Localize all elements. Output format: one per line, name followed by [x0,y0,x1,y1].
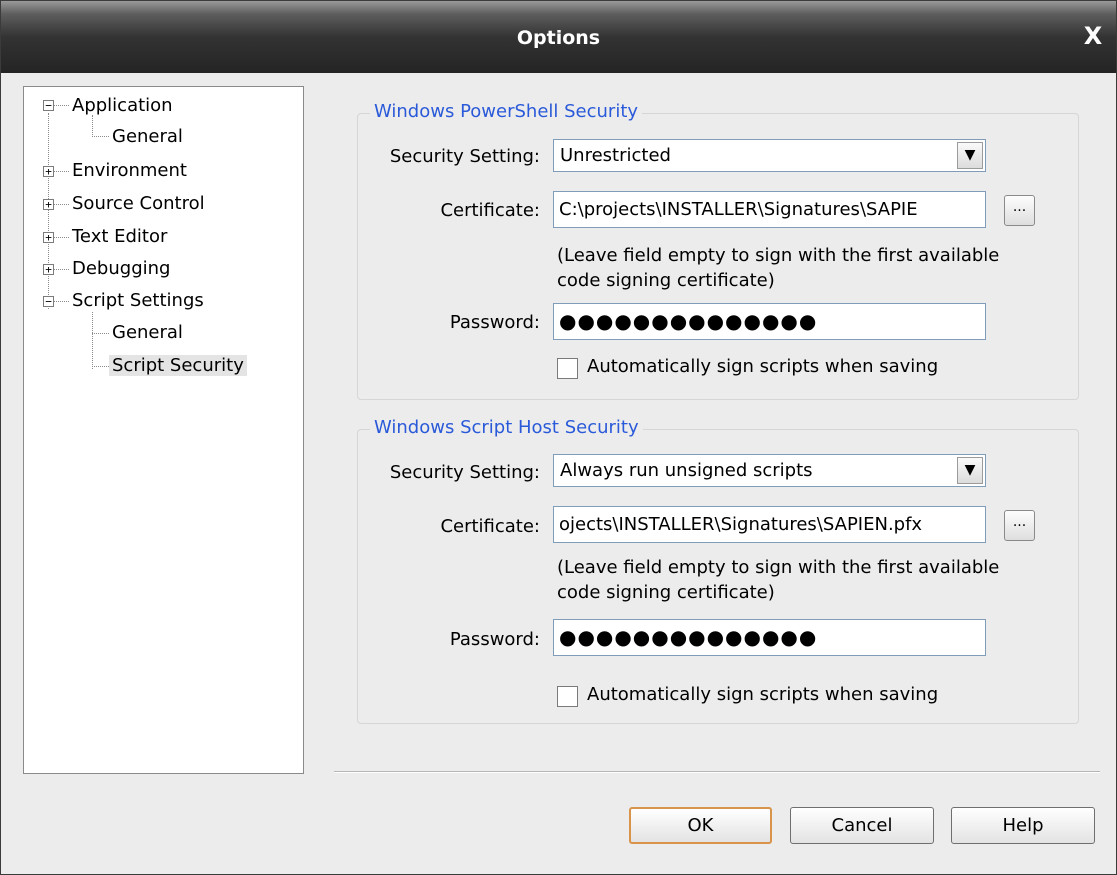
tree-item-script-security[interactable]: Script Security [109,353,247,379]
powershell-security-legend: Windows PowerShell Security [370,101,643,122]
tree-item-application-general[interactable]: General [109,124,186,150]
tree-item-environment[interactable]: Environment [69,158,190,184]
wsh-certificate-note-line2: code signing certificate) [557,582,775,603]
tree-item-text-editor[interactable]: Text Editor [69,224,170,250]
tree-item-label: Environment [72,160,187,181]
tree-item-label: General [112,126,183,147]
ps-security-setting-label: Security Setting: [389,146,540,167]
ps-certificate-label: Certificate: [440,200,540,221]
tree-item-label: Debugging [72,258,171,279]
tree-connector [54,171,69,172]
wsh-security-setting-select[interactable]: Always run unsigned scripts ▼ [553,454,986,487]
expand-icon[interactable]: + [43,166,54,177]
help-button[interactable]: Help [951,807,1095,844]
ps-certificate-field[interactable]: C:\projects\INSTALLER\Signatures\SAPIE [553,191,986,228]
tree-item-script-settings[interactable]: Script Settings [69,288,207,314]
wsh-certificate-field[interactable]: ojects\INSTALLER\Signatures\SAPIEN.pfx [553,506,986,543]
tree-connector [48,113,49,309]
cancel-button[interactable]: Cancel [790,807,934,844]
tree-connector [54,269,69,270]
wsh-security-legend: Windows Script Host Security [370,417,643,438]
collapse-icon[interactable]: − [43,296,54,307]
collapse-icon[interactable]: − [43,100,54,111]
ps-security-setting-value: Unrestricted [560,145,671,166]
wsh-certificate-label: Certificate: [440,516,540,537]
tree-item-label: Script Security [109,355,247,376]
tree-connector [54,237,69,238]
chevron-down-icon[interactable]: ▼ [957,142,983,169]
wsh-auto-sign-checkbox[interactable] [557,686,578,707]
divider [334,771,1100,773]
tree-connector [92,312,93,369]
tree-item-label: General [112,322,183,343]
options-dialog: Options X − Application General + Enviro… [0,0,1117,875]
tree-connector [92,136,109,137]
tree-connector [92,333,109,334]
wsh-security-setting-value: Always run unsigned scripts [560,460,813,481]
ps-auto-sign-label[interactable]: Automatically sign scripts when saving [587,356,938,377]
tree-connector [54,301,69,302]
ps-certificate-note-line2: code signing certificate) [557,270,775,291]
window-title: Options [516,27,601,49]
tree-connector [54,204,69,205]
wsh-certificate-browse-button[interactable]: ... [1004,510,1035,541]
ps-certificate-browse-button[interactable]: ... [1004,195,1035,226]
ps-security-setting-select[interactable]: Unrestricted ▼ [553,139,986,172]
expand-icon[interactable]: + [43,199,54,210]
close-icon[interactable]: X [1080,23,1106,49]
ps-certificate-note-line1: (Leave field empty to sign with the firs… [557,245,1000,266]
chevron-down-icon[interactable]: ▼ [957,457,983,484]
tree-item-label: Application [72,95,173,116]
wsh-certificate-note-line1: (Leave field empty to sign with the firs… [557,557,1000,578]
wsh-auto-sign-label[interactable]: Automatically sign scripts when saving [587,684,938,705]
tree-item-script-general[interactable]: General [109,320,186,346]
expand-icon[interactable]: + [43,264,54,275]
tree-item-application[interactable]: Application [69,93,176,119]
tree-item-source-control[interactable]: Source Control [69,191,208,217]
options-tree[interactable]: − Application General + Environment + So… [23,86,304,774]
tree-item-label: Script Settings [72,290,204,311]
wsh-password-label: Password: [449,629,540,650]
expand-icon[interactable]: + [43,232,54,243]
tree-item-label: Source Control [72,193,205,214]
title-bar[interactable]: Options X [1,1,1116,73]
tree-connector [92,366,109,367]
wsh-password-field[interactable]: ●●●●●●●●●●●●●● [553,619,986,656]
ps-auto-sign-checkbox[interactable] [557,358,578,379]
wsh-security-setting-label: Security Setting: [389,462,540,483]
tree-item-label: Text Editor [72,226,168,247]
ok-button[interactable]: OK [629,807,772,844]
tree-item-debugging[interactable]: Debugging [69,256,173,282]
ps-password-label: Password: [449,312,540,333]
tree-connector [54,105,69,106]
ps-password-field[interactable]: ●●●●●●●●●●●●●● [553,303,986,340]
